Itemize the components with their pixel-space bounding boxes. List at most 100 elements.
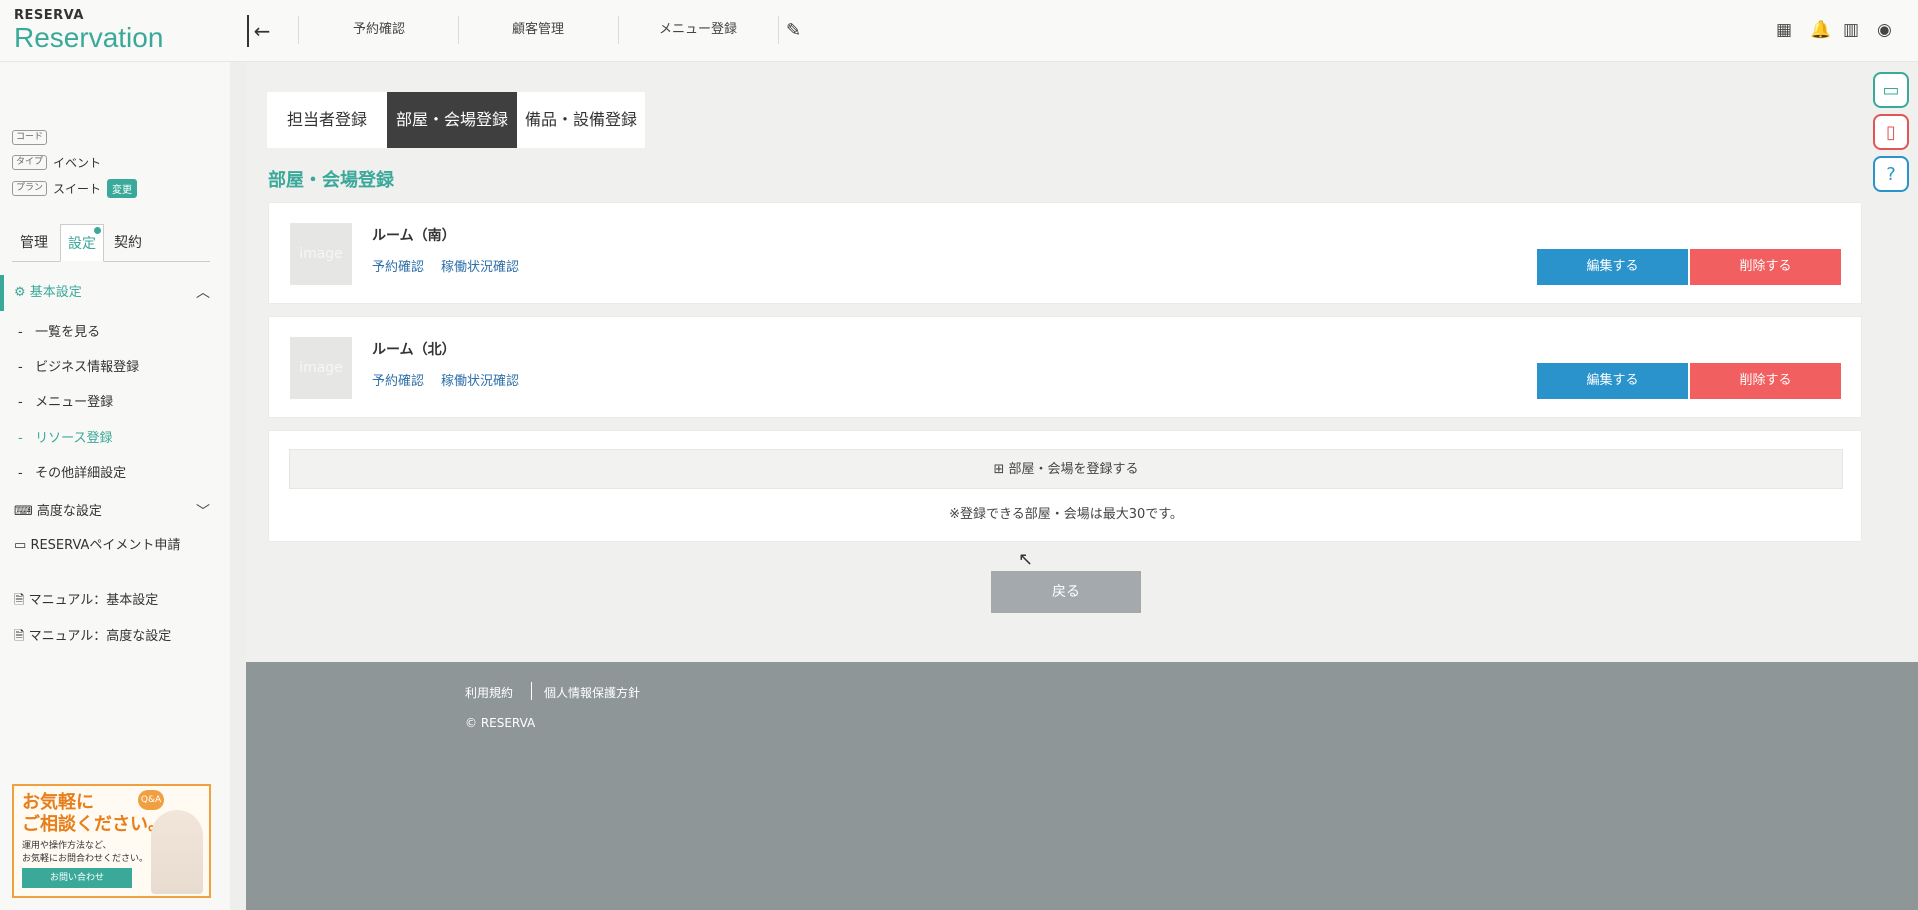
menu-basic-settings[interactable]: ⚙ 基本設定 ︿ <box>0 275 230 311</box>
banner-desc-line2: お気軽にお問合わせください。 <box>22 854 149 864</box>
code-tag: コード <box>12 130 48 145</box>
edit-icon[interactable]: ✎ <box>786 20 801 41</box>
sidebar-item-list[interactable]: - 一覧を見る <box>18 321 100 340</box>
privacy-link[interactable]: 個人情報保護方針 <box>544 684 640 701</box>
terms-link[interactable]: 利用規約 <box>465 684 513 701</box>
room-image: image <box>290 223 352 285</box>
room-name: ルーム（南） <box>372 228 456 244</box>
tab-settings-label: 設定 <box>68 236 96 252</box>
contact-button[interactable]: お問い合わせ <box>22 868 132 888</box>
top-bar: RESERVA Reservation ← 予約確認 顧客管理 メニュー登録 ✎… <box>0 0 1918 62</box>
help-icon[interactable]: ? <box>1873 156 1909 192</box>
nav-divider <box>298 16 299 44</box>
sidebar-item-label: メニュー登録 <box>35 395 114 410</box>
sidebar: コード タイプ イベント プラン スイート 変更 管理 設定 契約 ⚙ 基本設定… <box>0 62 230 910</box>
banner-title-line1: お気軽に <box>22 792 94 813</box>
add-room-card: ⊞ 部屋・会場を登録する ※登録できる部屋・会場は最大30です。 <box>268 430 1862 542</box>
mouse-cursor-icon: ↖ <box>1018 549 1034 570</box>
menu-payment[interactable]: ▭ RESERVAペイメント申請 <box>0 528 230 564</box>
card-icon: ▭ <box>14 538 27 553</box>
delete-button[interactable]: 削除する <box>1690 363 1841 399</box>
gear-icon: ⚙ <box>14 285 26 300</box>
back-arrow-icon[interactable]: ← <box>247 15 275 47</box>
footer: 利用規約 個人情報保護方針 © RESERVA <box>246 662 1918 910</box>
banner-description: 運用や操作方法など、 お気軽にお問合わせください。 <box>22 840 148 866</box>
banner-desc-line1: 運用や操作方法など、 <box>22 841 112 851</box>
book-icon[interactable]: ▯ <box>1873 114 1909 150</box>
room-card: image ルーム（北） 予約確認 稼働状況確認 編集する 削除する <box>268 316 1862 418</box>
resource-tabs: 担当者登録 部屋・会場登録 備品・設備登録 <box>267 92 646 148</box>
banner-title-line2: ご相談ください。 <box>22 814 166 835</box>
sidebar-tabs: 管理 設定 契約 <box>12 224 210 262</box>
menu-advanced-settings[interactable]: ⌨ 高度な設定 ﹀ <box>0 494 230 530</box>
sidebar-item-menu[interactable]: - メニュー登録 <box>18 391 113 410</box>
menu-basic-settings-label: 基本設定 <box>29 285 82 300</box>
building-icon[interactable]: ▥ <box>1843 20 1859 40</box>
tab-contract[interactable]: 契約 <box>106 224 150 262</box>
nav-divider <box>778 16 779 44</box>
sidebar-item-label: その他詳細設定 <box>35 466 127 481</box>
tab-management[interactable]: 管理 <box>12 224 56 262</box>
qa-badge: Q&A <box>138 790 164 810</box>
change-plan-button[interactable]: 変更 <box>107 179 138 198</box>
sidebar-item-label: ビジネス情報登録 <box>35 360 140 375</box>
nav-customer-management[interactable]: 顧客管理 <box>459 14 617 46</box>
reservation-check-link[interactable]: 予約確認 <box>372 256 424 275</box>
type-value: イベント <box>53 156 102 170</box>
room-card: image ルーム（南） 予約確認 稼働状況確認 編集する 削除する <box>268 202 1862 304</box>
section-title: 部屋・会場登録 <box>268 170 394 191</box>
tab-room-registration[interactable]: 部屋・会場登録 <box>387 92 518 148</box>
apps-grid-icon[interactable]: ▦ <box>1776 20 1792 40</box>
operation-status-link[interactable]: 稼働状況確認 <box>441 256 519 275</box>
brand-logo[interactable]: RESERVA Reservation <box>14 8 163 53</box>
document-icon: 🗎 <box>14 593 25 608</box>
contact-banner[interactable]: お気軽に ご相談ください。 運用や操作方法など、 お気軽にお問合わせください。 … <box>12 784 211 898</box>
room-name: ルーム（北） <box>372 342 456 358</box>
sidebar-scrollbar[interactable] <box>230 62 246 910</box>
add-room-button[interactable]: ⊞ 部屋・会場を登録する <box>289 449 1843 489</box>
document-icon: 🗎 <box>14 629 25 644</box>
edit-button[interactable]: 編集する <box>1537 249 1688 285</box>
sidebar-item-other[interactable]: - その他詳細設定 <box>18 462 126 481</box>
edit-button[interactable]: 編集する <box>1537 363 1688 399</box>
add-room-note: ※登録できる部屋・会場は最大30です。 <box>949 507 1183 522</box>
menu-advanced-settings-label: 高度な設定 <box>36 504 102 519</box>
plan-value: スイート <box>53 182 102 196</box>
sidebar-item-resource[interactable]: - リソース登録 <box>18 427 112 446</box>
manual-basic-label: マニュアル：基本設定 <box>28 593 159 608</box>
code-row: コード <box>12 130 48 145</box>
notification-dot <box>94 227 101 234</box>
sidebar-item-label: 一覧を見る <box>35 325 101 340</box>
copyright: © RESERVA <box>465 716 536 730</box>
tab-staff-registration[interactable]: 担当者登録 <box>267 92 387 148</box>
tab-settings[interactable]: 設定 <box>60 224 104 262</box>
chevron-down-icon: ﹀ <box>196 504 210 520</box>
operator-illustration <box>151 810 203 894</box>
keyboard-icon: ⌨ <box>14 504 33 519</box>
plan-row: プラン スイート 変更 <box>12 179 138 198</box>
nav-reservation-check[interactable]: 予約確認 <box>300 14 458 46</box>
browser-window-icon[interactable]: ▭ <box>1873 72 1909 108</box>
delete-button[interactable]: 削除する <box>1690 249 1841 285</box>
type-row: タイプ イベント <box>12 154 101 171</box>
sidebar-item-business-info[interactable]: - ビジネス情報登録 <box>18 356 139 375</box>
back-button[interactable]: 戻る <box>991 571 1141 613</box>
chevron-up-icon: ︿ <box>196 285 210 301</box>
menu-payment-label: RESERVAペイメント申請 <box>30 538 181 553</box>
manual-basic-link[interactable]: 🗎 マニュアル：基本設定 <box>0 583 230 619</box>
nav-menu-registration[interactable]: メニュー登録 <box>619 14 777 46</box>
type-tag: タイプ <box>12 155 48 170</box>
brand-small: RESERVA <box>14 8 84 23</box>
manual-advanced-label: マニュアル：高度な設定 <box>28 629 172 644</box>
reservation-check-link[interactable]: 予約確認 <box>372 370 424 389</box>
room-image: image <box>290 337 352 399</box>
plan-tag: プラン <box>12 181 48 196</box>
user-icon[interactable]: ◉ <box>1877 20 1892 40</box>
operation-status-link[interactable]: 稼働状況確認 <box>441 370 519 389</box>
tab-equipment-registration[interactable]: 備品・設備登録 <box>517 92 645 148</box>
bell-icon[interactable]: 🔔 <box>1810 20 1831 40</box>
sidebar-item-label: リソース登録 <box>35 431 113 446</box>
footer-divider <box>531 682 532 700</box>
brand-name: Reservation <box>14 22 164 53</box>
manual-advanced-link[interactable]: 🗎 マニュアル：高度な設定 <box>0 619 230 655</box>
